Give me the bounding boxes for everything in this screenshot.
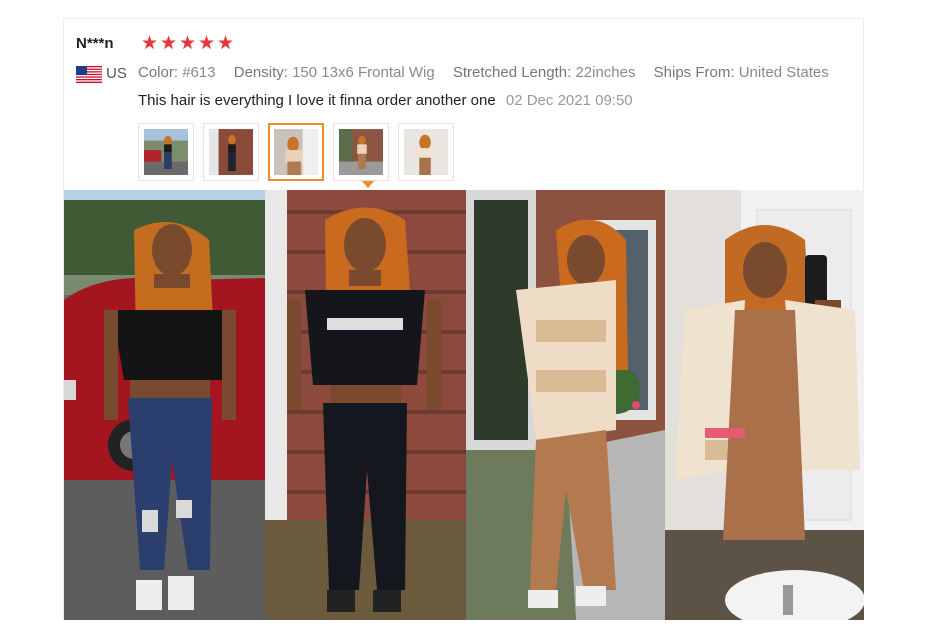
reviewer-name: N***n <box>76 35 114 52</box>
thumbnail-3-selected[interactable] <box>268 123 324 181</box>
spec-value: 22inches <box>575 64 636 81</box>
spec-key: Ships From: <box>653 64 735 81</box>
product-specs: Color: #613 Density: 150 13x6 Frontal Wi… <box>138 64 843 81</box>
review-photo-2[interactable] <box>265 190 466 620</box>
us-flag-icon <box>76 66 102 83</box>
photo-thumbnail-icon <box>339 129 383 175</box>
star-icon: ★ <box>159 33 178 54</box>
review-photo-gallery <box>64 190 864 620</box>
rating-stars: ★ ★ ★ ★ ★ <box>140 33 235 55</box>
spec-key: Stretched Length: <box>452 64 572 81</box>
review-comment: This hair is everything I love it finna … <box>138 92 633 109</box>
spec-color: Color: #613 <box>138 64 216 81</box>
spec-value: 150 13x6 Frontal Wig <box>292 64 435 81</box>
comment-text: This hair is everything I love it finna … <box>138 92 496 109</box>
review-photo-4[interactable] <box>665 190 864 620</box>
star-icon: ★ <box>178 33 197 54</box>
spec-ships-from: Ships From: United States <box>654 64 829 81</box>
photo-thumbnail-icon <box>404 129 448 175</box>
photo-thumbnail-icon <box>274 129 318 175</box>
spec-density: Density: 150 13x6 Frontal Wig <box>234 64 435 81</box>
reviewer-country: US <box>106 65 127 82</box>
review-photo-3[interactable] <box>466 190 665 620</box>
spec-key: Density: <box>233 64 288 81</box>
review-date: 02 Dec 2021 09:50 <box>505 92 633 109</box>
star-icon: ★ <box>197 33 216 54</box>
review-photo-1[interactable] <box>64 190 265 620</box>
selected-thumbnail-indicator <box>362 181 374 188</box>
spec-value: United States <box>738 64 829 81</box>
photo-thumbnail-icon <box>209 129 253 175</box>
photo-thumbnail-icon <box>144 129 188 175</box>
thumbnail-2[interactable] <box>203 123 259 181</box>
thumbnail-5[interactable] <box>398 123 454 181</box>
spec-key: Color: <box>138 64 179 81</box>
thumbnail-4[interactable] <box>333 123 389 181</box>
thumbnail-1[interactable] <box>138 123 194 181</box>
spec-value: #613 <box>182 64 216 81</box>
star-icon: ★ <box>216 33 235 54</box>
review-card: N***n ★ ★ ★ ★ ★ US Color: #613 Density: 150 … <box>63 18 864 620</box>
spec-length: Stretched Length: 22inches <box>453 64 636 81</box>
star-icon: ★ <box>140 33 159 54</box>
